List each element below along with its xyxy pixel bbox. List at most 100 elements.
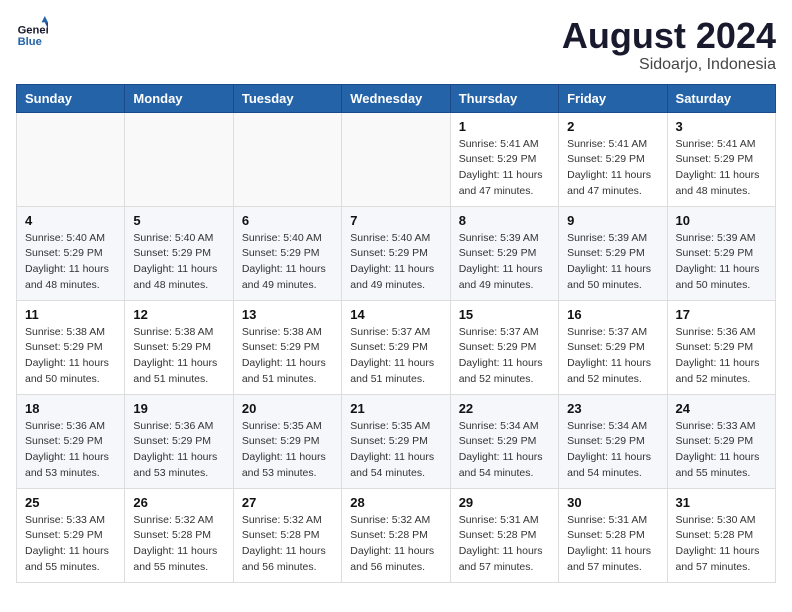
day-number: 14: [350, 307, 441, 322]
calendar-cell: 28Sunrise: 5:32 AMSunset: 5:28 PMDayligh…: [342, 488, 450, 582]
week-row-2: 4 Sunrise: 5:40 AMSunset: 5:29 PMDaylight…: [17, 206, 776, 300]
calendar-cell: 5 Sunrise: 5:40 AMSunset: 5:29 PMDaylight…: [125, 206, 233, 300]
calendar-cell: 13 Sunrise: 5:38 AMSunset: 5:29 PMDayligh…: [233, 300, 341, 394]
day-number: 18: [25, 401, 116, 416]
weekday-header-row: Sunday Monday Tuesday Wednesday Thursday…: [17, 84, 776, 112]
day-info: Sunrise: 5:37 AMSunset: 5:29 PMDaylight:…: [567, 325, 658, 388]
day-info: Sunrise: 5:40 AMSunset: 5:29 PMDaylight:…: [242, 231, 333, 294]
title-block: August 2024 Sidoarjo, Indonesia: [562, 16, 776, 74]
calendar-cell: [233, 112, 341, 206]
day-number: 19: [133, 401, 224, 416]
day-info: Sunrise: 5:30 AMSunset: 5:28 PMDaylight:…: [676, 513, 767, 576]
calendar-cell: 20Sunrise: 5:35 AMSunset: 5:29 PMDayligh…: [233, 394, 341, 488]
day-info: Sunrise: 5:31 AMSunset: 5:28 PMDaylight:…: [567, 513, 658, 576]
day-number: 17: [676, 307, 767, 322]
day-info: Sunrise: 5:41 AMSunset: 5:29 PMDaylight:…: [459, 137, 550, 200]
calendar-cell: 19 Sunrise: 5:36 AMSunset: 5:29 PMDayligh…: [125, 394, 233, 488]
calendar-cell: 1Sunrise: 5:41 AMSunset: 5:29 PMDaylight…: [450, 112, 558, 206]
day-info: Sunrise: 5:36 AMSunset: 5:29 PMDaylight:…: [133, 419, 224, 482]
calendar-table: Sunday Monday Tuesday Wednesday Thursday…: [16, 84, 776, 583]
day-number: 4: [25, 213, 116, 228]
day-number: 30: [567, 495, 658, 510]
week-row-5: 25 Sunrise: 5:33 AMSunset: 5:29 PMDayligh…: [17, 488, 776, 582]
calendar-cell: 26 Sunrise: 5:32 AMSunset: 5:28 PMDayligh…: [125, 488, 233, 582]
header-wednesday: Wednesday: [342, 84, 450, 112]
day-info: Sunrise: 5:40 AMSunset: 5:29 PMDaylight:…: [133, 231, 224, 294]
day-info: Sunrise: 5:41 AMSunset: 5:29 PMDaylight:…: [676, 137, 767, 200]
day-info: Sunrise: 5:35 AMSunset: 5:29 PMDaylight:…: [242, 419, 333, 482]
day-number: 7: [350, 213, 441, 228]
calendar-cell: 10Sunrise: 5:39 AMSunset: 5:29 PMDayligh…: [667, 206, 775, 300]
header-friday: Friday: [559, 84, 667, 112]
day-number: 22: [459, 401, 550, 416]
calendar-cell: 15 Sunrise: 5:37 AMSunset: 5:29 PMDayligh…: [450, 300, 558, 394]
calendar-cell: 24 Sunrise: 5:33 AMSunset: 5:29 PMDayligh…: [667, 394, 775, 488]
day-info: Sunrise: 5:32 AMSunset: 5:28 PMDaylight:…: [350, 513, 441, 576]
calendar-cell: 25 Sunrise: 5:33 AMSunset: 5:29 PMDayligh…: [17, 488, 125, 582]
calendar-cell: 22Sunrise: 5:34 AMSunset: 5:29 PMDayligh…: [450, 394, 558, 488]
day-info: Sunrise: 5:34 AMSunset: 5:29 PMDaylight:…: [567, 419, 658, 482]
day-number: 25: [25, 495, 116, 510]
day-number: 5: [133, 213, 224, 228]
day-number: 3: [676, 119, 767, 134]
day-number: 21: [350, 401, 441, 416]
calendar-cell: [17, 112, 125, 206]
header-saturday: Saturday: [667, 84, 775, 112]
page-header: General Blue August 2024 Sidoarjo, Indon…: [16, 16, 776, 74]
day-info: Sunrise: 5:36 AMSunset: 5:29 PMDaylight:…: [676, 325, 767, 388]
day-info: Sunrise: 5:32 AMSunset: 5:28 PMDaylight:…: [242, 513, 333, 576]
day-info: Sunrise: 5:33 AMSunset: 5:29 PMDaylight:…: [25, 513, 116, 576]
header-thursday: Thursday: [450, 84, 558, 112]
calendar-cell: 6Sunrise: 5:40 AMSunset: 5:29 PMDaylight…: [233, 206, 341, 300]
day-info: Sunrise: 5:31 AMSunset: 5:28 PMDaylight:…: [459, 513, 550, 576]
calendar-cell: 11Sunrise: 5:38 AMSunset: 5:29 PMDayligh…: [17, 300, 125, 394]
day-number: 12: [133, 307, 224, 322]
svg-text:General: General: [18, 25, 48, 37]
calendar-cell: 23 Sunrise: 5:34 AMSunset: 5:29 PMDayligh…: [559, 394, 667, 488]
calendar-cell: 21Sunrise: 5:35 AMSunset: 5:29 PMDayligh…: [342, 394, 450, 488]
logo: General Blue: [16, 16, 48, 48]
day-info: Sunrise: 5:32 AMSunset: 5:28 PMDaylight:…: [133, 513, 224, 576]
month-year-title: August 2024: [562, 16, 776, 56]
day-info: Sunrise: 5:36 AMSunset: 5:29 PMDaylight:…: [25, 419, 116, 482]
day-number: 9: [567, 213, 658, 228]
day-number: 23: [567, 401, 658, 416]
calendar-cell: 27 Sunrise: 5:32 AMSunset: 5:28 PMDayligh…: [233, 488, 341, 582]
calendar-cell: [125, 112, 233, 206]
day-number: 15: [459, 307, 550, 322]
calendar-cell: 16Sunrise: 5:37 AMSunset: 5:29 PMDayligh…: [559, 300, 667, 394]
day-number: 24: [676, 401, 767, 416]
calendar-cell: 7 Sunrise: 5:40 AMSunset: 5:29 PMDaylight…: [342, 206, 450, 300]
day-info: Sunrise: 5:40 AMSunset: 5:29 PMDaylight:…: [350, 231, 441, 294]
week-row-3: 11Sunrise: 5:38 AMSunset: 5:29 PMDayligh…: [17, 300, 776, 394]
calendar-cell: 29 Sunrise: 5:31 AMSunset: 5:28 PMDayligh…: [450, 488, 558, 582]
day-info: Sunrise: 5:38 AMSunset: 5:29 PMDaylight:…: [25, 325, 116, 388]
calendar-cell: 8Sunrise: 5:39 AMSunset: 5:29 PMDaylight…: [450, 206, 558, 300]
calendar-cell: 18 Sunrise: 5:36 AMSunset: 5:29 PMDayligh…: [17, 394, 125, 488]
header-tuesday: Tuesday: [233, 84, 341, 112]
day-number: 29: [459, 495, 550, 510]
calendar-cell: 9 Sunrise: 5:39 AMSunset: 5:29 PMDaylight…: [559, 206, 667, 300]
day-info: Sunrise: 5:40 AMSunset: 5:29 PMDaylight:…: [25, 231, 116, 294]
logo-icon: General Blue: [16, 16, 48, 48]
location-subtitle: Sidoarjo, Indonesia: [562, 56, 776, 74]
day-info: Sunrise: 5:37 AMSunset: 5:29 PMDaylight:…: [459, 325, 550, 388]
day-number: 13: [242, 307, 333, 322]
calendar-cell: 4 Sunrise: 5:40 AMSunset: 5:29 PMDaylight…: [17, 206, 125, 300]
calendar-cell: 14Sunrise: 5:37 AMSunset: 5:29 PMDayligh…: [342, 300, 450, 394]
calendar-cell: 3 Sunrise: 5:41 AMSunset: 5:29 PMDaylight…: [667, 112, 775, 206]
day-number: 31: [676, 495, 767, 510]
calendar-cell: [342, 112, 450, 206]
day-number: 26: [133, 495, 224, 510]
calendar-cell: 17 Sunrise: 5:36 AMSunset: 5:29 PMDayligh…: [667, 300, 775, 394]
svg-text:Blue: Blue: [18, 36, 42, 48]
day-info: Sunrise: 5:39 AMSunset: 5:29 PMDaylight:…: [567, 231, 658, 294]
day-info: Sunrise: 5:33 AMSunset: 5:29 PMDaylight:…: [676, 419, 767, 482]
day-number: 27: [242, 495, 333, 510]
calendar-cell: 2Sunrise: 5:41 AMSunset: 5:29 PMDaylight…: [559, 112, 667, 206]
day-info: Sunrise: 5:39 AMSunset: 5:29 PMDaylight:…: [459, 231, 550, 294]
header-sunday: Sunday: [17, 84, 125, 112]
day-info: Sunrise: 5:41 AMSunset: 5:29 PMDaylight:…: [567, 137, 658, 200]
day-info: Sunrise: 5:38 AMSunset: 5:29 PMDaylight:…: [242, 325, 333, 388]
day-info: Sunrise: 5:39 AMSunset: 5:29 PMDaylight:…: [676, 231, 767, 294]
